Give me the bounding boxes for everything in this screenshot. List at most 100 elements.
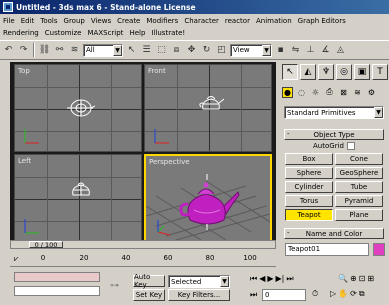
geosphere-button[interactable]: GeoSphere [335,167,383,179]
sphere-button[interactable]: Sphere [285,167,333,179]
viewport-top[interactable]: Top [14,64,142,152]
zoom-extents-icon[interactable]: ⊡ [359,274,366,283]
track-bar[interactable]: ⩗ 0 20 40 60 80 100 [10,251,276,267]
menu-illustrate[interactable]: Illustrate! [151,29,185,37]
viewport-perspective[interactable]: Perspective [144,154,272,242]
utilities-tab-icon[interactable]: T [372,64,388,80]
hierarchy-tab-icon[interactable]: ♆ [318,64,334,80]
display-tab-icon[interactable]: ▣ [354,64,370,80]
material-icon[interactable]: ◬ [334,43,347,57]
redo-icon[interactable]: ↷ [17,43,30,57]
torus-button[interactable]: Torus [285,195,333,207]
cameras-icon[interactable]: ⎙ [324,87,335,98]
select-object-icon[interactable]: ↖ [125,43,138,57]
menu-modifiers[interactable]: Modifiers [146,17,178,25]
link-icon[interactable]: ⛓ [38,43,51,57]
time-configuration-icon[interactable]: ⏱ [312,289,318,299]
go-to-start-icon[interactable]: ⏮ [250,274,257,284]
angle-snap-icon[interactable]: ∡ [319,43,332,57]
auto-key-button[interactable]: Auto Key [133,273,165,289]
menu-create[interactable]: Create [117,17,140,25]
viewport-left[interactable]: Left [14,154,142,242]
time-slider[interactable]: 0 / 100 [10,240,276,249]
zoom-extents-all-icon[interactable]: ⊞ [367,274,374,283]
time-slider-thumb[interactable]: 0 / 100 [29,241,63,249]
geometry-icon[interactable]: ● [282,86,293,98]
pan-icon[interactable]: ✋ [338,289,348,299]
go-to-end-icon[interactable]: ⏭ [286,274,293,284]
viewport-label-left[interactable]: Left [18,157,31,165]
unlink-icon[interactable]: ⚯ [53,43,66,57]
systems-icon[interactable]: ⚙ [366,87,377,98]
track-tick-0: 0 [40,254,46,262]
modify-tab-icon[interactable]: ◭ [300,64,316,80]
viewport-front[interactable]: Front [144,64,272,152]
zoom-all-icon[interactable]: ⊕ [350,274,357,283]
tube-button[interactable]: Tube [335,181,383,193]
pivot-center-icon[interactable]: ▪ [274,43,287,57]
move-icon[interactable]: ✥ [185,43,198,57]
menu-file[interactable]: File [3,17,15,25]
motion-tab-icon[interactable]: ◎ [336,64,352,80]
menu-maxscript[interactable]: MAXScript [88,29,124,37]
key-mode-toggle-icon[interactable]: ⏭ [250,290,257,300]
reference-coord-dropdown[interactable]: View ▼ [230,43,272,57]
shapes-icon[interactable]: ◌ [296,87,307,98]
space-warps-icon[interactable]: ≋ [352,87,363,98]
menu-group[interactable]: Group [64,17,85,25]
teapot-perspective-selected[interactable] [176,174,240,230]
set-key-button[interactable]: Set Key [133,289,165,301]
menu-character[interactable]: Character [184,17,219,25]
maximize-viewport-icon[interactable]: ⧉ [359,289,365,299]
menu-customize[interactable]: Customize [45,29,82,37]
next-frame-icon[interactable]: ▶| [276,274,285,284]
name-color-rollout-header[interactable]: - Name and Color [284,228,384,239]
object-color-swatch[interactable] [373,243,385,256]
select-by-name-icon[interactable]: ☰ [140,43,153,57]
teapot-button[interactable]: Teapot [285,209,333,221]
menu-views[interactable]: Views [91,17,111,25]
create-tab-icon[interactable]: ↖ [282,64,298,80]
helpers-icon[interactable]: ⊠ [338,87,349,98]
primitive-category-dropdown[interactable]: Standard Primitives ▼ [284,106,384,119]
menu-help[interactable]: Help [129,29,145,37]
menu-tools[interactable]: Tools [40,17,57,25]
field-of-view-icon[interactable]: ▷ [330,289,336,299]
previous-frame-icon[interactable]: ◀ [259,274,265,284]
box-button[interactable]: Box [285,153,333,165]
scale-icon[interactable]: ◰ [215,43,228,57]
align-icon[interactable]: ⊥ [304,43,317,57]
autogrid-checkbox[interactable] [346,142,355,150]
play-icon[interactable]: ▶ [267,274,273,284]
undo-icon[interactable]: ↶ [2,43,15,57]
zoom-icon[interactable]: 🔍 [338,274,348,283]
lock-selection-icon[interactable]: ⊶ [110,281,119,291]
selection-filter-dropdown[interactable]: All ▼ [83,43,123,57]
plane-button[interactable]: Plane [335,209,383,221]
cylinder-button[interactable]: Cylinder [285,181,333,193]
menu-graph-editors[interactable]: Graph Editors [298,17,346,25]
arc-rotate-icon[interactable]: ⟳ [350,289,357,299]
current-frame-field[interactable]: 0 [262,289,306,301]
cone-button[interactable]: Cone [335,153,383,165]
lights-icon[interactable]: ☼ [310,87,321,98]
rectangular-selection-icon[interactable]: ⬚ [155,43,168,57]
menu-reactor[interactable]: reactor [225,17,250,25]
key-filters-button[interactable]: Key Filters... [168,289,230,301]
pyramid-button[interactable]: Pyramid [335,195,383,207]
mirror-icon[interactable]: ⇋ [289,43,302,57]
menu-rendering[interactable]: Rendering [3,29,39,37]
object-type-rollout-header[interactable]: - Object Type [284,129,384,140]
maxscript-listener-mini[interactable] [14,272,100,282]
track-bar-toggle-icon[interactable]: ⩗ [14,254,19,264]
bind-space-warp-icon[interactable]: ≋ [68,43,81,57]
menu-edit[interactable]: Edit [21,17,35,25]
viewport-label-top[interactable]: Top [18,67,30,75]
object-name-field[interactable]: Teapot01 [285,243,369,256]
key-mode-dropdown[interactable]: Selected ▼ [168,275,230,288]
menu-animation[interactable]: Animation [256,17,292,25]
viewport-label-front[interactable]: Front [148,67,166,75]
window-crossing-icon[interactable]: ⧈ [170,43,183,57]
viewport-label-perspective[interactable]: Perspective [149,158,190,166]
rotate-icon[interactable]: ↻ [200,43,213,57]
